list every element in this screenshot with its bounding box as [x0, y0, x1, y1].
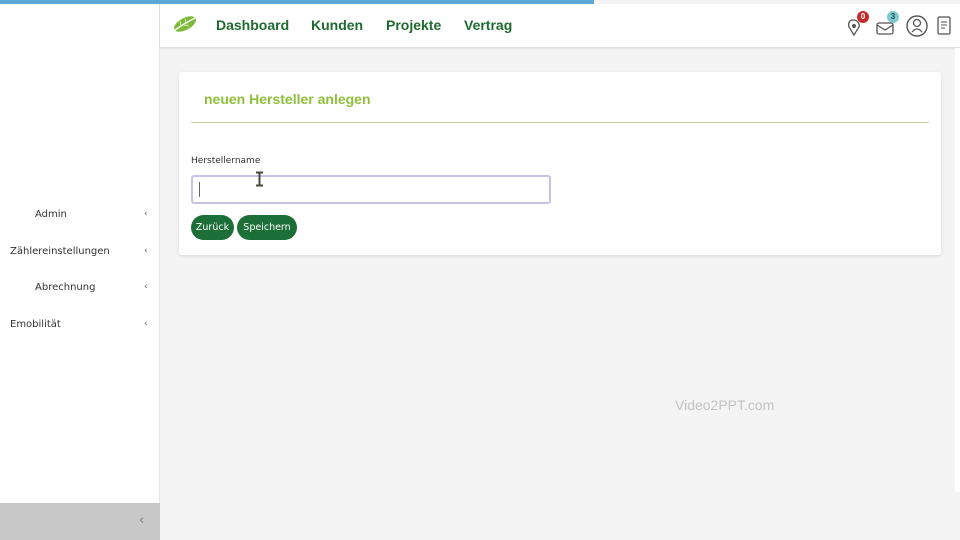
chevron-left-icon: ‹ [144, 246, 148, 256]
mouse-ibeam-cursor-icon [256, 171, 263, 187]
manufacturer-name-label: Herstellername [191, 156, 261, 166]
nav-dashboard[interactable]: Dashboard [216, 17, 289, 33]
nav-projekte[interactable]: Projekte [386, 17, 441, 33]
watermark: Video2PPT.com [675, 397, 775, 413]
back-button[interactable]: Zurück [191, 215, 234, 240]
sidebar-item-zaehlereinstellungen[interactable]: Zählereinstellungen ‹ [0, 240, 160, 262]
sidebar-item-emobilitaet[interactable]: Emobilität ‹ [0, 313, 160, 335]
sidebar-footer: ‹ [0, 503, 160, 540]
manufacturer-name-input[interactable] [191, 175, 551, 204]
sidebar-item-admin[interactable]: Admin ‹ [0, 203, 160, 225]
top-navbar: Dashboard Kunden Projekte Vertrag 0 3 [160, 4, 960, 48]
messages-badge: 3 [887, 11, 899, 23]
messages-icon[interactable]: 3 [875, 11, 899, 38]
sidebar-item-abrechnung[interactable]: Abrechnung ‹ [0, 276, 160, 298]
chevron-left-icon: ‹ [144, 319, 148, 329]
page-progress-bar [0, 0, 594, 4]
sidebar-item-label: Admin [35, 208, 67, 220]
title-divider [191, 122, 929, 123]
document-icon[interactable] [934, 14, 956, 38]
chevron-left-icon: ‹ [144, 209, 148, 219]
pin-notification-icon[interactable]: 0 [845, 11, 869, 38]
user-profile-icon[interactable] [906, 14, 928, 38]
notification-badge: 0 [857, 11, 869, 23]
sidebar: Admin ‹ Zählereinstellungen ‹ Abrechnung… [0, 0, 160, 540]
page-title: neuen Hersteller anlegen [204, 91, 371, 107]
create-manufacturer-card: neuen Hersteller anlegen Herstellername … [179, 72, 941, 255]
sidebar-item-label: Abrechnung [35, 281, 96, 293]
nav-kunden[interactable]: Kunden [311, 17, 363, 33]
chevron-left-icon: ‹ [144, 282, 148, 292]
save-button[interactable]: Speichern [237, 215, 297, 240]
sidebar-item-label: Zählereinstellungen [10, 245, 110, 257]
sidebar-collapse-icon[interactable]: ‹ [139, 513, 144, 528]
sidebar-item-label: Emobilität [10, 318, 61, 330]
scrollbar-track[interactable] [955, 48, 960, 492]
nav-vertrag[interactable]: Vertrag [464, 17, 512, 33]
leaf-icon[interactable] [172, 14, 198, 34]
text-caret [199, 182, 200, 197]
